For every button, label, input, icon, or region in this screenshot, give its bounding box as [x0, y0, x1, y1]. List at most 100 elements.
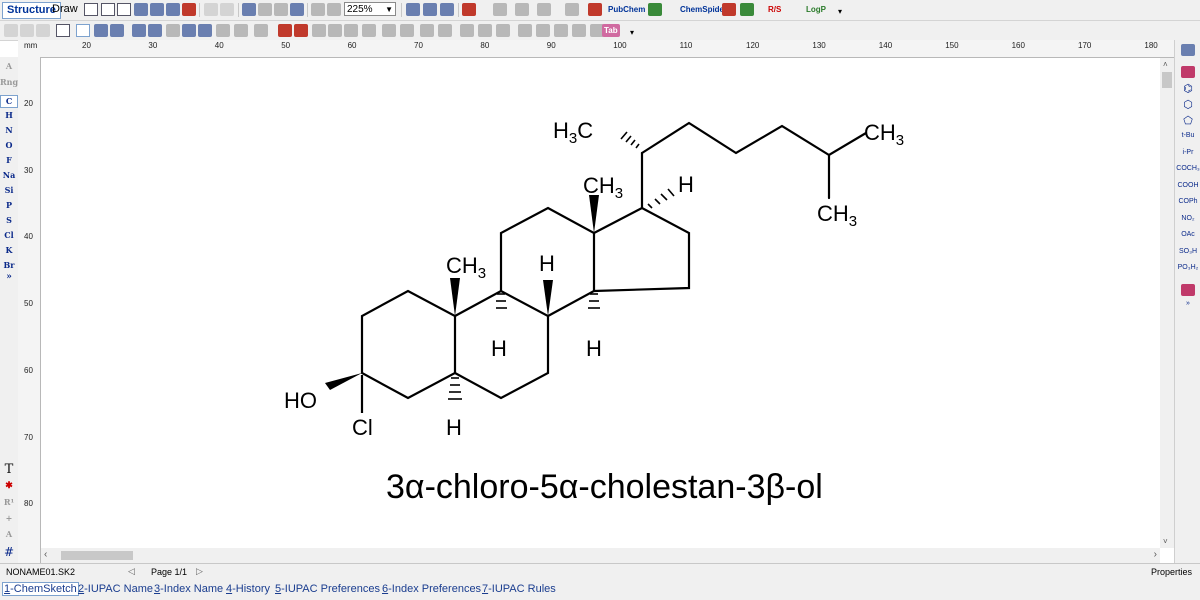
- table-templates-icon[interactable]: [1181, 284, 1195, 296]
- stereo-rs-button[interactable]: R/S: [768, 3, 781, 16]
- horizontal-scrollbar[interactable]: ‹ ›: [41, 548, 1160, 563]
- rotate-right-icon[interactable]: [438, 24, 452, 37]
- tab-5[interactable]: 5-IUPAC Preferences: [275, 583, 380, 595]
- more-elements-icon[interactable]: »: [0, 272, 18, 282]
- ring-tool-icon[interactable]: Rng: [0, 77, 18, 87]
- nmr-icon[interactable]: [565, 3, 579, 16]
- properties-button[interactable]: Properties: [1151, 567, 1192, 577]
- ring-icon[interactable]: [216, 24, 230, 37]
- tab-3[interactable]: 3-Index Name: [154, 583, 223, 595]
- element-button-p[interactable]: P: [0, 200, 18, 210]
- radicals-icon[interactable]: [1181, 44, 1195, 56]
- dictionary-icon[interactable]: [423, 3, 437, 16]
- group-icon[interactable]: [554, 24, 568, 37]
- next-page-icon[interactable]: ▷: [196, 566, 203, 577]
- scroll-left-icon[interactable]: ‹: [44, 549, 47, 560]
- bond-bold-icon[interactable]: [182, 24, 196, 37]
- calculate-icon[interactable]: [515, 3, 529, 16]
- select-frame-icon[interactable]: [36, 24, 50, 37]
- redo-icon[interactable]: [220, 3, 234, 16]
- zoom-out-icon[interactable]: [327, 3, 341, 16]
- paste-icon[interactable]: [290, 3, 304, 16]
- drawing-canvas[interactable]: H3C CH3 CH3 CH3 CH3 H H H H H HO Cl 3α-c…: [41, 58, 1160, 548]
- scroll-up-icon[interactable]: ˄: [1163, 60, 1168, 69]
- toolbar2-overflow-icon[interactable]: ▾: [630, 24, 644, 37]
- export-pdf-icon[interactable]: [182, 3, 196, 16]
- draw-continuous-icon[interactable]: [94, 24, 108, 37]
- angle-icon[interactable]: [362, 24, 376, 37]
- benzene-icon[interactable]: ⌬: [1175, 82, 1200, 95]
- zoom-select[interactable]: 225% ▼: [344, 2, 396, 16]
- select-rotate-icon[interactable]: [20, 24, 34, 37]
- calc-button[interactable]: Tab: [602, 24, 620, 37]
- copy-page-icon[interactable]: [117, 3, 131, 16]
- prev-page-icon[interactable]: ◁: [128, 566, 135, 577]
- tab-4[interactable]: 4-History: [226, 583, 270, 595]
- undo-icon[interactable]: [204, 3, 218, 16]
- select-icon[interactable]: [56, 24, 70, 37]
- numbering-tool-icon[interactable]: #: [0, 545, 18, 559]
- cut-icon[interactable]: [258, 3, 272, 16]
- clean-structure-icon[interactable]: [536, 24, 550, 37]
- cyclohexane-icon[interactable]: ⬡: [1175, 98, 1200, 111]
- templates-icon[interactable]: [406, 3, 420, 16]
- open-icon[interactable]: [134, 3, 148, 16]
- wedge-down-icon[interactable]: [148, 24, 162, 37]
- draw-mode-button[interactable]: Draw: [48, 2, 82, 17]
- element-table-icon[interactable]: [328, 24, 342, 37]
- group-button[interactable]: OAc: [1175, 231, 1200, 238]
- vertical-scrollbar[interactable]: ˄ ˅: [1160, 58, 1174, 548]
- flip-vertical-icon[interactable]: [400, 24, 414, 37]
- element-button-h[interactable]: H: [0, 110, 18, 120]
- table-icon[interactable]: [462, 3, 476, 16]
- panel-overflow-icon[interactable]: »: [1175, 300, 1200, 307]
- element-button-k[interactable]: K: [0, 245, 18, 255]
- scroll-right-icon[interactable]: ›: [1154, 549, 1157, 560]
- scroll-down-icon[interactable]: ˅: [1163, 537, 1168, 546]
- element-button-n[interactable]: N: [0, 125, 18, 135]
- align-right-icon[interactable]: [496, 24, 510, 37]
- element-button-f[interactable]: F: [0, 155, 18, 165]
- toxicity-icon[interactable]: [588, 3, 602, 16]
- element-button-na[interactable]: Na: [0, 170, 18, 180]
- logp-button[interactable]: LogP: [806, 3, 826, 16]
- bond-either-icon[interactable]: [166, 24, 180, 37]
- group-button[interactable]: PO₃H₂: [1175, 264, 1200, 271]
- group-button[interactable]: COPh: [1175, 198, 1200, 205]
- group-button[interactable]: COCH₃: [1175, 165, 1200, 172]
- name-icon[interactable]: [493, 3, 507, 16]
- clean-icon[interactable]: [242, 3, 256, 16]
- flip-horizontal-icon[interactable]: [382, 24, 396, 37]
- draw-chain-icon[interactable]: [110, 24, 124, 37]
- element-a-icon[interactable]: A: [0, 61, 18, 71]
- tab-2[interactable]: 2-IUPAC Name: [78, 583, 153, 595]
- tab-1[interactable]: 1-ChemSketch: [2, 582, 79, 596]
- plus-charge-icon[interactable]: [278, 24, 292, 37]
- 3d-viewer-icon[interactable]: [440, 3, 454, 16]
- periodic-table-icon[interactable]: [1181, 66, 1195, 78]
- horizontal-scroll-thumb[interactable]: [61, 551, 133, 560]
- tab-6[interactable]: 6-Index Preferences: [382, 583, 481, 595]
- new-document-icon[interactable]: [84, 3, 98, 16]
- element-button-s[interactable]: S: [0, 215, 18, 225]
- save-icon[interactable]: [150, 3, 164, 16]
- group-button[interactable]: COOH: [1175, 182, 1200, 189]
- label-tool-icon[interactable]: A: [0, 529, 18, 539]
- polymer-tool-icon[interactable]: ✱: [0, 481, 18, 491]
- group-button[interactable]: t-Bu: [1175, 132, 1200, 139]
- group-button[interactable]: SO₃H: [1175, 248, 1200, 255]
- element-button-o[interactable]: O: [0, 140, 18, 150]
- 3d-optimize-icon[interactable]: [518, 24, 532, 37]
- zoom-in-icon[interactable]: [311, 3, 325, 16]
- template-icon[interactable]: [234, 24, 248, 37]
- cyclopentane-icon[interactable]: ⬠: [1175, 114, 1200, 127]
- arrow-icon[interactable]: [294, 24, 308, 37]
- chemspider-button[interactable]: ChemSpider: [680, 3, 727, 16]
- text-tool-icon[interactable]: T: [0, 462, 18, 477]
- reaction-icon[interactable]: [722, 3, 736, 16]
- group-button[interactable]: NO₂: [1175, 215, 1200, 222]
- ungroup-icon[interactable]: [572, 24, 586, 37]
- pubchem-button[interactable]: PubChem: [608, 3, 645, 16]
- wedge-up-icon[interactable]: [132, 24, 146, 37]
- toolbar-overflow-icon[interactable]: ▾: [838, 3, 852, 16]
